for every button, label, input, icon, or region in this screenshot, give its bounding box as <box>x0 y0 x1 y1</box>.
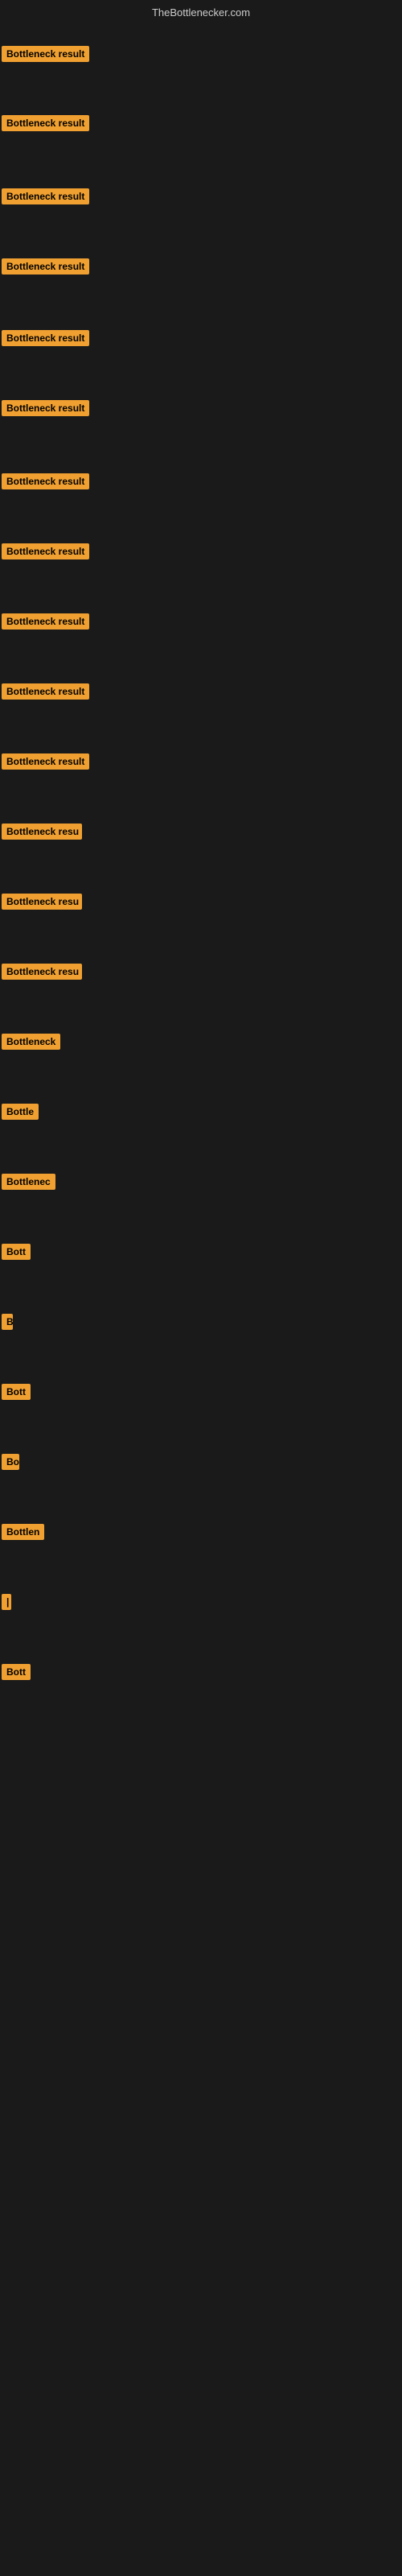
result-row: Bott <box>2 1244 31 1264</box>
bottleneck-badge-12: Bottleneck resu <box>2 824 82 840</box>
result-row: Bottleneck result <box>2 613 89 634</box>
bottleneck-badge-1: Bottleneck result <box>2 46 89 62</box>
result-row: Bottlen <box>2 1524 44 1544</box>
bottleneck-badge-22: Bottlen <box>2 1524 44 1540</box>
result-row: Bo <box>2 1454 19 1474</box>
result-row: Bottleneck result <box>2 543 89 564</box>
result-row: Bottleneck <box>2 1034 60 1054</box>
bottleneck-badge-3: Bottleneck result <box>2 188 89 204</box>
bottleneck-badge-10: Bottleneck result <box>2 683 89 700</box>
bottleneck-badge-17: Bottlenec <box>2 1174 55 1190</box>
bottleneck-badge-8: Bottleneck result <box>2 543 89 559</box>
bottleneck-badge-19: B <box>2 1314 13 1330</box>
result-row: Bottleneck result <box>2 258 89 279</box>
bottleneck-badge-5: Bottleneck result <box>2 330 89 346</box>
result-row: Bottleneck result <box>2 753 89 774</box>
bottleneck-badge-9: Bottleneck result <box>2 613 89 630</box>
result-row: Bottleneck result <box>2 330 89 350</box>
result-row: Bottlenec <box>2 1174 55 1194</box>
bottleneck-badge-6: Bottleneck result <box>2 400 89 416</box>
result-row: Bottleneck result <box>2 46 89 66</box>
result-row: Bottleneck resu <box>2 894 82 914</box>
result-row: B <box>2 1314 13 1334</box>
bottleneck-badge-2: Bottleneck result <box>2 115 89 131</box>
bottleneck-badge-23: | <box>2 1594 11 1610</box>
bottleneck-badge-24: Bott <box>2 1664 31 1680</box>
result-row: Bottleneck result <box>2 115 89 135</box>
result-row: Bottle <box>2 1104 39 1124</box>
bottleneck-badge-11: Bottleneck result <box>2 753 89 770</box>
bottleneck-badge-20: Bott <box>2 1384 31 1400</box>
result-row: Bottleneck result <box>2 473 89 493</box>
bottleneck-badge-7: Bottleneck result <box>2 473 89 489</box>
result-row: Bott <box>2 1664 31 1684</box>
bottleneck-badge-4: Bottleneck result <box>2 258 89 275</box>
result-row: Bottleneck resu <box>2 964 82 984</box>
result-row: | <box>2 1594 11 1614</box>
site-header: TheBottlenecker.com <box>0 0 402 22</box>
result-row: Bottleneck resu <box>2 824 82 844</box>
bottleneck-badge-21: Bo <box>2 1454 19 1470</box>
result-row: Bott <box>2 1384 31 1404</box>
result-row: Bottleneck result <box>2 683 89 704</box>
bottleneck-badge-15: Bottleneck <box>2 1034 60 1050</box>
bottleneck-badge-18: Bott <box>2 1244 31 1260</box>
result-row: Bottleneck result <box>2 188 89 208</box>
bottleneck-badge-16: Bottle <box>2 1104 39 1120</box>
bottleneck-badge-14: Bottleneck resu <box>2 964 82 980</box>
bottleneck-badge-13: Bottleneck resu <box>2 894 82 910</box>
result-row: Bottleneck result <box>2 400 89 420</box>
